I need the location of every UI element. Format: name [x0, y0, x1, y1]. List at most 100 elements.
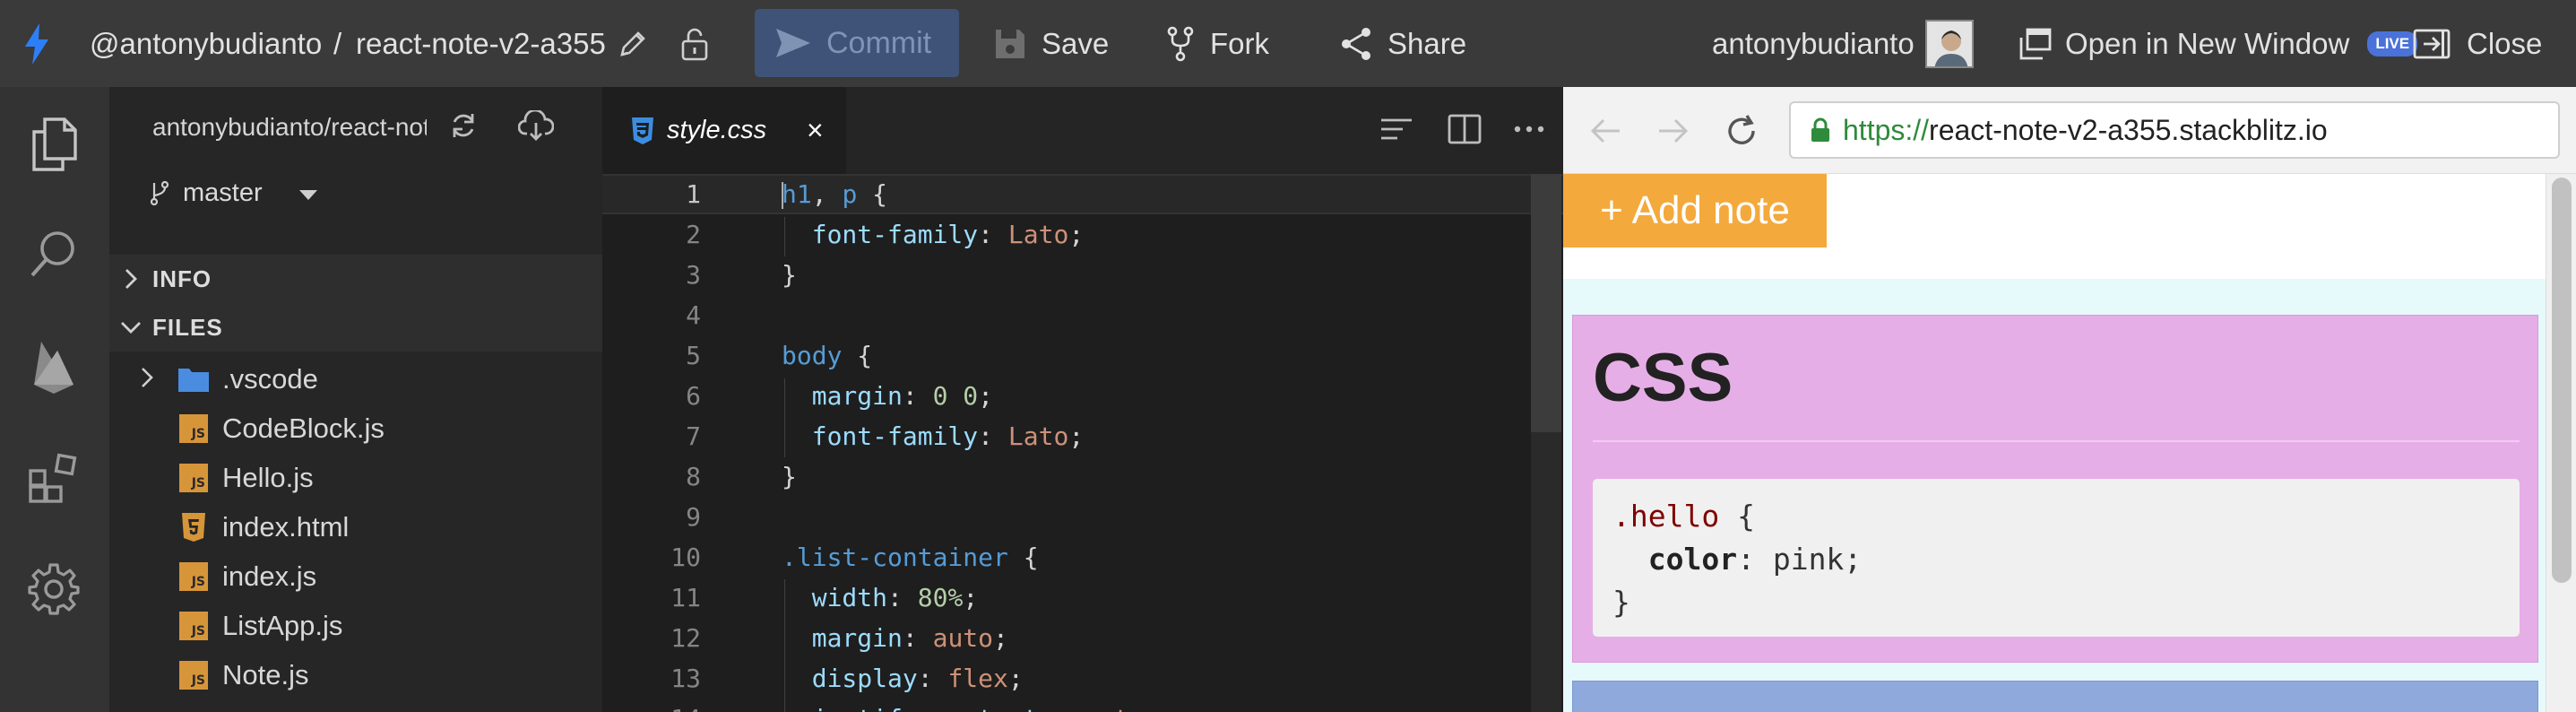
cloud-download-icon[interactable]: [517, 109, 555, 145]
settings-icon[interactable]: [22, 557, 86, 621]
reload-icon[interactable]: [1717, 107, 1766, 155]
fork-button[interactable]: Fork: [1167, 0, 1269, 87]
preview-scrollbar[interactable]: [2546, 174, 2576, 712]
save-label: Save: [1042, 26, 1110, 60]
back-arrow-icon[interactable]: [1581, 107, 1629, 155]
live-badge: LIVE: [2367, 30, 2418, 56]
js-file-icon: JS: [177, 560, 210, 593]
chevron-right-icon: [109, 268, 152, 290]
open-new-window-button[interactable]: Open in New Window LIVE: [2018, 0, 2418, 87]
breadcrumb-separator: /: [333, 26, 342, 60]
files-icon[interactable]: [22, 112, 86, 177]
file-tree-item[interactable]: JS CodeBlock.js: [109, 404, 602, 453]
css3-file-icon: [629, 117, 656, 150]
line-number: 13: [670, 663, 701, 693]
file-tree-folder-vscode[interactable]: .vscode: [109, 354, 602, 404]
tab-label: style.css: [667, 116, 767, 144]
code-line: 10 .list-container {: [602, 537, 1563, 577]
note-card[interactable]: CSS .hello { color: pink; }: [1572, 315, 2538, 663]
note-card[interactable]: [1572, 681, 2538, 712]
avatar[interactable]: [1925, 20, 1974, 68]
editor-scrollbar[interactable]: [1531, 174, 1561, 712]
code-line: 9: [602, 497, 1563, 537]
top-bar: @antonybudianto / react-note-v2-a355 Com…: [0, 0, 2576, 87]
file-tree-item[interactable]: JS index.js: [109, 551, 602, 601]
commit-label: Commit: [826, 25, 932, 60]
branch-name: master: [183, 178, 263, 207]
code-text: margin: auto;: [811, 622, 1008, 653]
preview-scrollbar-thumb[interactable]: [2552, 178, 2572, 583]
lock-icon: [1811, 117, 1829, 142]
close-icon[interactable]: ×: [807, 114, 824, 147]
url-bar[interactable]: https://react-note-v2-a355.stackblitz.io: [1789, 101, 2560, 159]
save-button[interactable]: Save: [993, 0, 1109, 87]
code-area[interactable]: 1 h1, p { 2 font-family: Lato; 3 } 4 5 b…: [602, 174, 1563, 712]
line-number: 11: [670, 582, 701, 612]
sidebar: antonybudianto/react-note-v2-a355 master…: [109, 87, 602, 712]
more-actions-icon[interactable]: [1506, 107, 1552, 152]
code-text: body {: [782, 340, 873, 370]
code-line: 4: [602, 295, 1563, 335]
repo-header: antonybudianto/react-note-v2-a355: [152, 107, 555, 148]
preview-viewport: + Add note CSS .hello { color: pink; }: [1563, 174, 2546, 712]
branch-selector[interactable]: master: [149, 175, 318, 211]
code-line: 14 justify-content: center;: [602, 699, 1563, 712]
section-info[interactable]: INFO: [109, 255, 602, 303]
share-button[interactable]: Share: [1339, 0, 1466, 87]
breadcrumb-owner[interactable]: @antonybudianto: [90, 0, 322, 87]
file-name: .vscode: [222, 362, 318, 395]
edit-pencil-icon[interactable]: [617, 0, 649, 87]
code-text: width: 80%;: [811, 582, 979, 612]
note-divider: [1593, 440, 2520, 442]
code-line: 1 h1, p {: [602, 174, 1563, 214]
file-tree-item[interactable]: index.html: [109, 502, 602, 551]
file-name: CodeBlock.js: [222, 412, 385, 444]
section-files[interactable]: FILES: [109, 303, 602, 352]
extensions-icon[interactable]: [22, 446, 86, 510]
close-label: Close: [2467, 26, 2543, 60]
open-new-window-label: Open in New Window: [2065, 26, 2350, 60]
code-text: h1, p {: [782, 178, 888, 209]
code-line: 2 font-family: Lato;: [602, 214, 1563, 255]
fork-label: Fork: [1210, 26, 1269, 60]
line-number: 12: [670, 622, 701, 653]
format-lines-icon[interactable]: [1373, 107, 1420, 152]
editor-tab-bar: style.css ×: [602, 87, 1563, 174]
stackblitz-logo-icon[interactable]: [23, 0, 50, 87]
current-username[interactable]: antonybudianto: [1712, 0, 1915, 87]
file-name: Note.js: [222, 658, 309, 690]
firebase-icon[interactable]: [22, 334, 86, 399]
caret-down-icon: [298, 178, 318, 208]
split-editor-icon[interactable]: [1441, 107, 1488, 152]
file-tree-item[interactable]: JS ListApp.js: [109, 601, 602, 650]
code-text: }: [782, 461, 797, 491]
exit-icon: [2413, 29, 2451, 58]
line-number: 2: [686, 219, 701, 249]
line-number: 4: [686, 300, 701, 330]
commit-button[interactable]: Commit: [755, 9, 959, 77]
note-title: CSS: [1593, 340, 1733, 416]
code-line: 11 width: 80%;: [602, 577, 1563, 618]
unlock-icon[interactable]: [679, 0, 710, 87]
forward-arrow-icon[interactable]: [1649, 107, 1698, 155]
code-text: display: flex;: [811, 663, 1024, 693]
code-text: .list-container {: [782, 542, 1039, 572]
tab-style-css[interactable]: style.css ×: [602, 87, 846, 174]
file-tree-item[interactable]: JS Note.js: [109, 650, 602, 699]
file-name: Hello.js: [222, 461, 314, 493]
close-button[interactable]: Close: [2413, 0, 2542, 87]
url-host: react-note-v2-a355.stackblitz.io: [1929, 113, 2328, 146]
js-file-icon: JS: [177, 659, 210, 691]
code-line: 13 display: flex;: [602, 658, 1563, 699]
share-icon: [1342, 27, 1370, 60]
repo-name[interactable]: antonybudianto/react-note-v2-a355: [152, 113, 427, 142]
add-note-button[interactable]: + Add note: [1563, 174, 1827, 247]
breadcrumb-project[interactable]: react-note-v2-a355: [356, 0, 606, 87]
sync-icon[interactable]: [448, 110, 479, 145]
file-tree-item[interactable]: JS Hello.js: [109, 453, 602, 502]
code-line: 6 margin: 0 0;: [602, 376, 1563, 416]
editor-scrollbar-thumb[interactable]: [1531, 174, 1561, 432]
line-number: 7: [686, 421, 701, 451]
search-icon[interactable]: [22, 221, 86, 286]
file-name: index.js: [222, 560, 317, 592]
